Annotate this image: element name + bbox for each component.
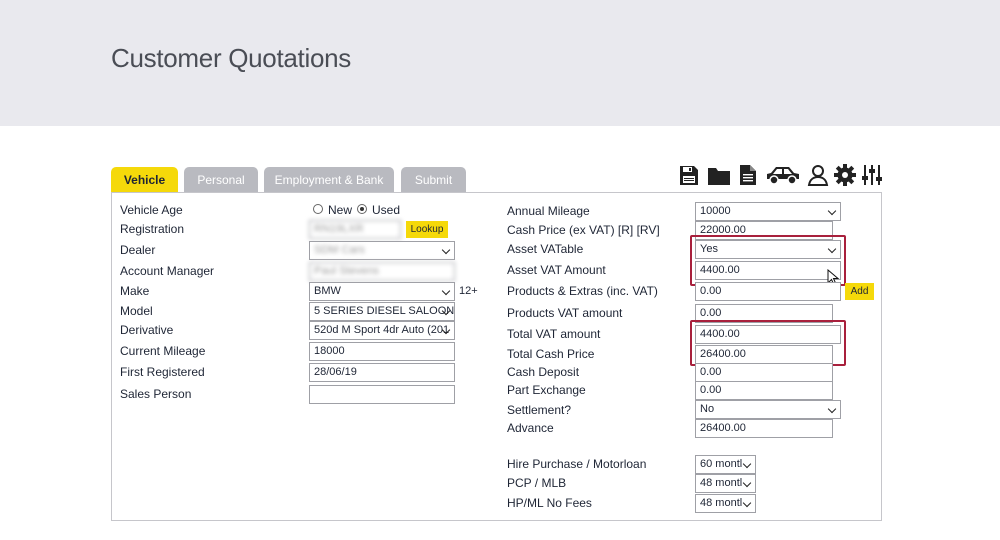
vehicle-age-note: 12+	[459, 285, 478, 297]
pcp-select[interactable]: 48 montl	[695, 474, 756, 493]
cash-deposit-input[interactable]: 0.00	[695, 363, 833, 382]
vehicle-age-used-radio[interactable]	[357, 204, 367, 214]
asset-vatable-label: Asset VATable	[507, 242, 584, 256]
registration-label: Registration	[120, 222, 185, 236]
registration-input[interactable]: RN19LXR	[309, 220, 401, 239]
model-select[interactable]: 5 SERIES DIESEL SALOON	[309, 302, 455, 321]
annual-mileage-select[interactable]: 10000	[695, 202, 841, 221]
make-select[interactable]: BMW	[309, 282, 455, 301]
tab-submit[interactable]: Submit	[401, 167, 466, 193]
tab-vehicle[interactable]: Vehicle	[111, 167, 178, 193]
products-vat-label: Products VAT amount	[507, 306, 623, 320]
asset-vat-highlight	[690, 235, 846, 286]
settlement-label: Settlement?	[507, 403, 572, 417]
add-products-button[interactable]: Add	[845, 283, 874, 300]
document-icon[interactable]	[739, 164, 757, 186]
cash-deposit-label: Cash Deposit	[507, 365, 580, 379]
cash-price-label: Cash Price (ex VAT) [R] [RV]	[507, 223, 660, 237]
current-mileage-input[interactable]: 18000	[309, 342, 455, 361]
user-icon[interactable]	[807, 164, 829, 186]
page-title: Customer Quotations	[111, 43, 351, 73]
current-mileage-label: Current Mileage	[120, 344, 206, 358]
advance-label: Advance	[507, 421, 554, 435]
hp-no-fees-select[interactable]: 48 montl	[695, 494, 756, 513]
hire-purchase-label: Hire Purchase / Motorloan	[507, 457, 647, 471]
hire-purchase-select[interactable]: 60 montl	[695, 455, 756, 474]
derivative-select[interactable]: 520d M Sport 4dr Auto (201	[309, 321, 455, 340]
part-exchange-input[interactable]: 0.00	[695, 381, 833, 400]
first-registered-input[interactable]: 28/06/19	[309, 363, 455, 382]
tab-employment-bank[interactable]: Employment & Bank	[264, 167, 394, 193]
asset-vat-amount-label: Asset VAT Amount	[507, 263, 606, 277]
dealer-select[interactable]: SDM Cars	[309, 241, 455, 260]
sales-person-input[interactable]	[309, 385, 455, 404]
settlement-select[interactable]: No	[695, 400, 841, 419]
dealer-label: Dealer	[120, 243, 156, 257]
tab-personal[interactable]: Personal	[184, 167, 258, 193]
first-registered-label: First Registered	[120, 365, 205, 379]
folder-icon[interactable]	[707, 164, 731, 186]
dealer-value: SDM Cars	[314, 244, 365, 256]
save-icon[interactable]	[679, 164, 699, 186]
page-header: Customer Quotations	[0, 0, 1000, 126]
annual-mileage-label: Annual Mileage	[507, 204, 590, 218]
make-label: Make	[120, 284, 150, 298]
totals-highlight	[690, 320, 846, 366]
vehicle-age-label: Vehicle Age	[120, 203, 183, 217]
part-exchange-label: Part Exchange	[507, 383, 586, 397]
pcp-label: PCP / MLB	[507, 476, 567, 490]
lookup-button[interactable]: Lookup	[406, 221, 448, 238]
model-label: Model	[120, 304, 153, 318]
products-extras-input[interactable]: 0.00	[695, 282, 841, 301]
sliders-icon[interactable]	[861, 164, 883, 186]
derivative-label: Derivative	[120, 323, 174, 337]
account-manager-label: Account Manager	[120, 264, 215, 278]
gear-icon[interactable]	[834, 164, 856, 186]
total-vat-label: Total VAT amount	[507, 327, 601, 341]
account-manager-input[interactable]: Paul Stevens	[309, 262, 455, 281]
total-cash-price-label: Total Cash Price	[507, 347, 595, 361]
hp-no-fees-label: HP/ML No Fees	[507, 496, 592, 510]
vehicle-age-new-radio[interactable]	[313, 204, 323, 214]
sales-person-label: Sales Person	[120, 387, 192, 401]
car-icon[interactable]	[765, 164, 801, 186]
products-extras-label: Products & Extras (inc. VAT)	[507, 284, 658, 298]
advance-input[interactable]: 26400.00	[695, 419, 833, 438]
vehicle-age-used-label: Used	[372, 203, 401, 217]
vehicle-age-new-label: New	[328, 203, 353, 217]
